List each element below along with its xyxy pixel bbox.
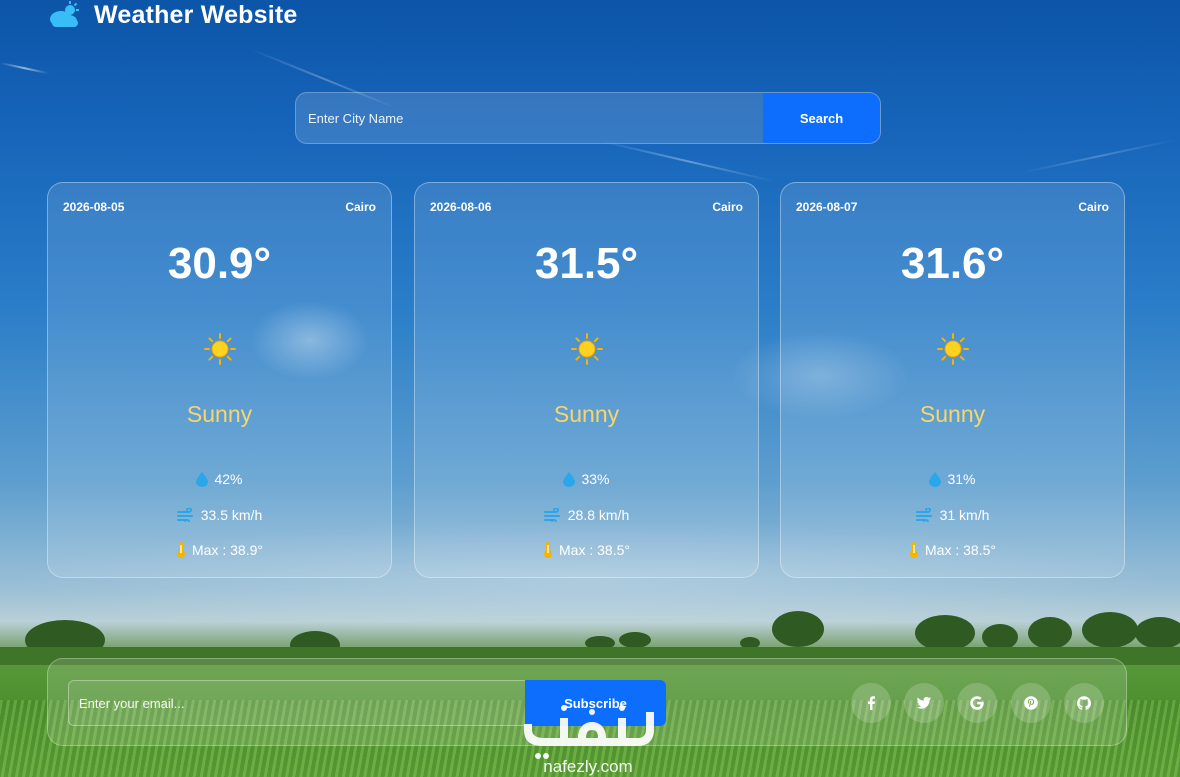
forecast-date: 2026-08-07 bbox=[796, 200, 858, 214]
humidity-value: 42% bbox=[214, 471, 243, 487]
wind-value: 28.8 km/h bbox=[567, 507, 630, 523]
forecast-city: Cairo bbox=[345, 200, 376, 214]
subscribe-button[interactable]: Subscribe bbox=[525, 680, 666, 726]
forecast-city: Cairo bbox=[1078, 200, 1109, 214]
droplet-icon bbox=[929, 471, 942, 487]
twitter-icon[interactable] bbox=[904, 683, 944, 723]
forecast-date: 2026-08-05 bbox=[63, 200, 125, 214]
wind-row: 28.8 km/h bbox=[415, 507, 758, 523]
humidity-row: 42% bbox=[48, 471, 391, 487]
forecast-condition: Sunny bbox=[186, 401, 253, 427]
email-input[interactable] bbox=[68, 680, 526, 726]
sun-icon bbox=[203, 333, 236, 365]
humidity-value: 31% bbox=[947, 471, 976, 487]
forecast-temperature: 30.9° bbox=[167, 239, 272, 288]
max-temp-row: Max : 38.9° bbox=[48, 542, 391, 558]
brand: Weather Website bbox=[48, 0, 298, 30]
thermometer-icon bbox=[910, 542, 919, 558]
sky-streak bbox=[599, 140, 776, 183]
droplet-icon bbox=[196, 471, 209, 487]
forecast-temperature: 31.5° bbox=[534, 239, 639, 288]
facebook-icon[interactable] bbox=[851, 683, 891, 723]
sky-streak bbox=[0, 62, 50, 75]
wind-value: 33.5 km/h bbox=[200, 507, 263, 523]
forecast-condition: Sunny bbox=[919, 401, 986, 427]
wind-value: 31 km/h bbox=[939, 507, 990, 523]
humidity-row: 33% bbox=[415, 471, 758, 487]
max-temp-value: Max : 38.5° bbox=[559, 542, 630, 558]
google-icon[interactable] bbox=[957, 683, 997, 723]
humidity-row: 31% bbox=[781, 471, 1124, 487]
humidity-value: 33% bbox=[581, 471, 610, 487]
max-temp-value: Max : 38.9° bbox=[192, 542, 263, 558]
max-temp-row: Max : 38.5° bbox=[415, 542, 758, 558]
droplet-icon bbox=[563, 471, 576, 487]
sun-icon bbox=[936, 333, 969, 365]
wind-icon bbox=[543, 508, 560, 522]
tree-line bbox=[0, 611, 1180, 665]
forecast-date: 2026-08-06 bbox=[430, 200, 492, 214]
page-title: Weather Website bbox=[94, 0, 298, 29]
thermometer-icon bbox=[177, 542, 186, 558]
cloud-sun-icon bbox=[50, 1, 79, 27]
forecast-card: 2026-08-05 Cairo 30.9° Sunny 42% 33.5 km… bbox=[47, 182, 392, 578]
forecast-card: 2026-08-06 Cairo 31.5° Sunny 33% 28.8 km… bbox=[414, 182, 759, 578]
search-button[interactable]: Search bbox=[763, 93, 880, 143]
wind-row: 31 km/h bbox=[781, 507, 1124, 523]
search-bar: Search bbox=[295, 92, 881, 144]
forecast-city: Cairo bbox=[712, 200, 743, 214]
github-icon[interactable] bbox=[1064, 683, 1104, 723]
forecast-temperature: 31.6° bbox=[900, 239, 1005, 288]
pinterest-icon[interactable] bbox=[1011, 683, 1051, 723]
max-temp-row: Max : 38.5° bbox=[781, 542, 1124, 558]
wind-row: 33.5 km/h bbox=[48, 507, 391, 523]
max-temp-value: Max : 38.5° bbox=[925, 542, 996, 558]
forecast-condition: Sunny bbox=[553, 401, 620, 427]
wind-icon bbox=[915, 508, 932, 522]
wind-icon bbox=[176, 508, 193, 522]
search-input[interactable] bbox=[296, 93, 763, 143]
sky-streak bbox=[1019, 138, 1177, 174]
sun-icon bbox=[570, 333, 603, 365]
thermometer-icon bbox=[544, 542, 553, 558]
forecast-card: 2026-08-07 Cairo 31.6° Sunny 31% 31 km/h… bbox=[780, 182, 1125, 578]
footer: Subscribe bbox=[47, 658, 1127, 746]
